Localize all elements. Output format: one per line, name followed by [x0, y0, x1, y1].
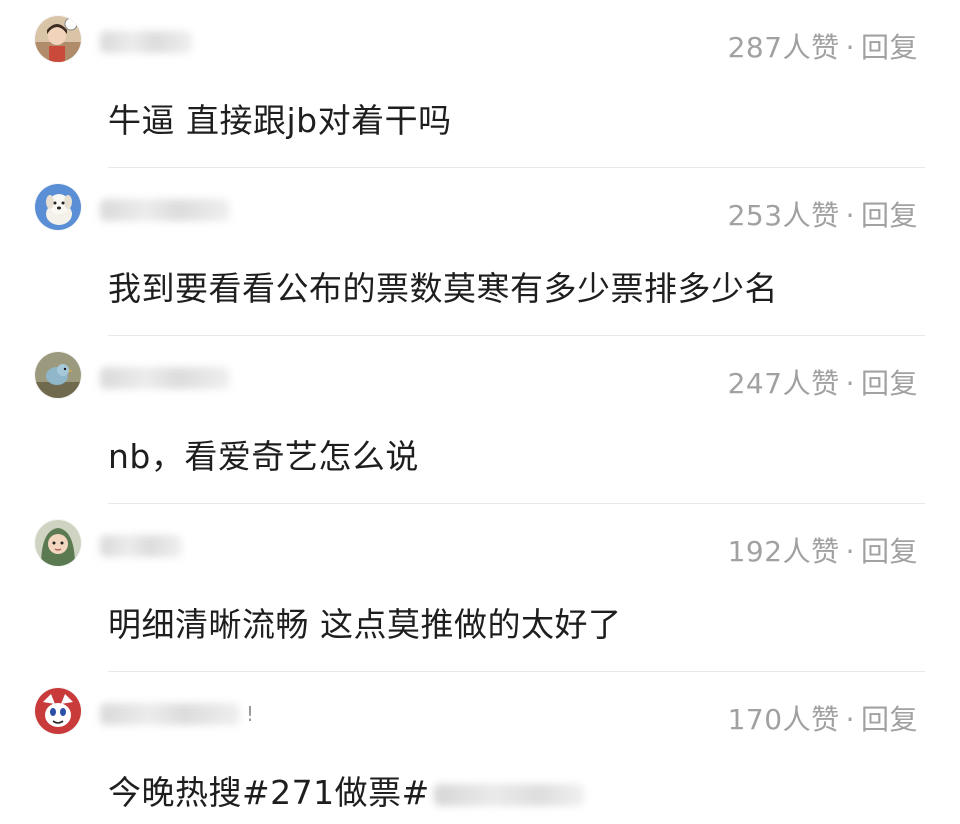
comment-meta: 287人赞 · 回复	[728, 26, 918, 66]
like-suffix[interactable]: 人赞	[783, 703, 840, 736]
meta-separator: ·	[845, 703, 855, 736]
meta-separator: ·	[845, 535, 855, 568]
blurred-text	[433, 783, 584, 806]
comment-meta: 192人赞 · 回复	[728, 530, 918, 570]
meta-separator: ·	[845, 31, 855, 64]
reply-button[interactable]: 回复	[861, 199, 918, 232]
reply-button[interactable]: 回复	[861, 535, 918, 568]
user-avatar[interactable]	[35, 352, 81, 398]
username-blurred: !	[100, 696, 254, 732]
user-avatar[interactable]	[35, 16, 81, 62]
comment-item: ! 170人赞 · 回复 今晚热搜#271做票#	[0, 672, 960, 824]
like-count[interactable]: 170	[728, 703, 783, 736]
comment-item: 253人赞 · 回复 我到要看看公布的票数莫寒有多少票排多少名	[0, 168, 960, 336]
comment-meta: 170人赞 · 回复	[728, 698, 918, 738]
blurred-name	[100, 31, 192, 53]
user-avatar[interactable]	[35, 520, 81, 566]
like-suffix[interactable]: 人赞	[783, 31, 840, 64]
username-blurred	[100, 24, 192, 60]
like-suffix[interactable]: 人赞	[783, 367, 840, 400]
like-suffix[interactable]: 人赞	[783, 535, 840, 568]
comment-item: 247人赞 · 回复 nb，看爱奇艺怎么说	[0, 336, 960, 504]
bird-avatar-icon	[35, 352, 81, 398]
username-blurred	[100, 528, 182, 564]
like-count[interactable]: 253	[728, 199, 783, 232]
like-count[interactable]: 287	[728, 31, 783, 64]
blurred-name-tail: !	[246, 702, 255, 726]
user-avatar[interactable]	[35, 184, 81, 230]
reply-button[interactable]: 回复	[861, 703, 918, 736]
girl-avatar-icon	[35, 16, 81, 62]
comment-text-row: 今晚热搜#271做票#	[108, 766, 584, 814]
reply-button[interactable]: 回复	[861, 367, 918, 400]
blurred-name	[100, 535, 182, 557]
comment-item: 287人赞 · 回复 牛逼 直接跟jb对着干吗	[0, 0, 960, 168]
comment-list: 287人赞 · 回复 牛逼 直接跟jb对着干吗 253人赞 · 回复 我到要看看公布的票…	[0, 0, 960, 824]
reply-button[interactable]: 回复	[861, 31, 918, 64]
like-count[interactable]: 247	[728, 367, 783, 400]
comment-text: 明细清晰流畅 这点莫推做的太好了	[108, 605, 622, 644]
meta-separator: ·	[845, 367, 855, 400]
comment-text: nb，看爱奇艺怎么说	[108, 437, 419, 476]
meta-separator: ·	[845, 199, 855, 232]
comment-text: 牛逼 直接跟jb对着干吗	[108, 101, 452, 140]
comment-meta: 247人赞 · 回复	[728, 362, 918, 402]
comment-item: 192人赞 · 回复 明细清晰流畅 这点莫推做的太好了	[0, 504, 960, 672]
username-blurred	[100, 360, 230, 396]
cartoon-avatar-icon	[35, 688, 81, 734]
like-suffix[interactable]: 人赞	[783, 199, 840, 232]
user-avatar[interactable]	[35, 688, 81, 734]
like-count[interactable]: 192	[728, 535, 783, 568]
username-blurred	[100, 192, 230, 228]
comment-meta: 253人赞 · 回复	[728, 194, 918, 234]
dog-avatar-icon	[35, 184, 81, 230]
child-avatar-icon	[35, 520, 81, 566]
comment-text: 我到要看看公布的票数莫寒有多少票排多少名	[108, 269, 778, 308]
blurred-name	[100, 703, 240, 725]
comment-text: 今晚热搜#271做票#	[108, 773, 430, 812]
blurred-name	[100, 367, 230, 389]
blurred-name	[100, 199, 230, 221]
